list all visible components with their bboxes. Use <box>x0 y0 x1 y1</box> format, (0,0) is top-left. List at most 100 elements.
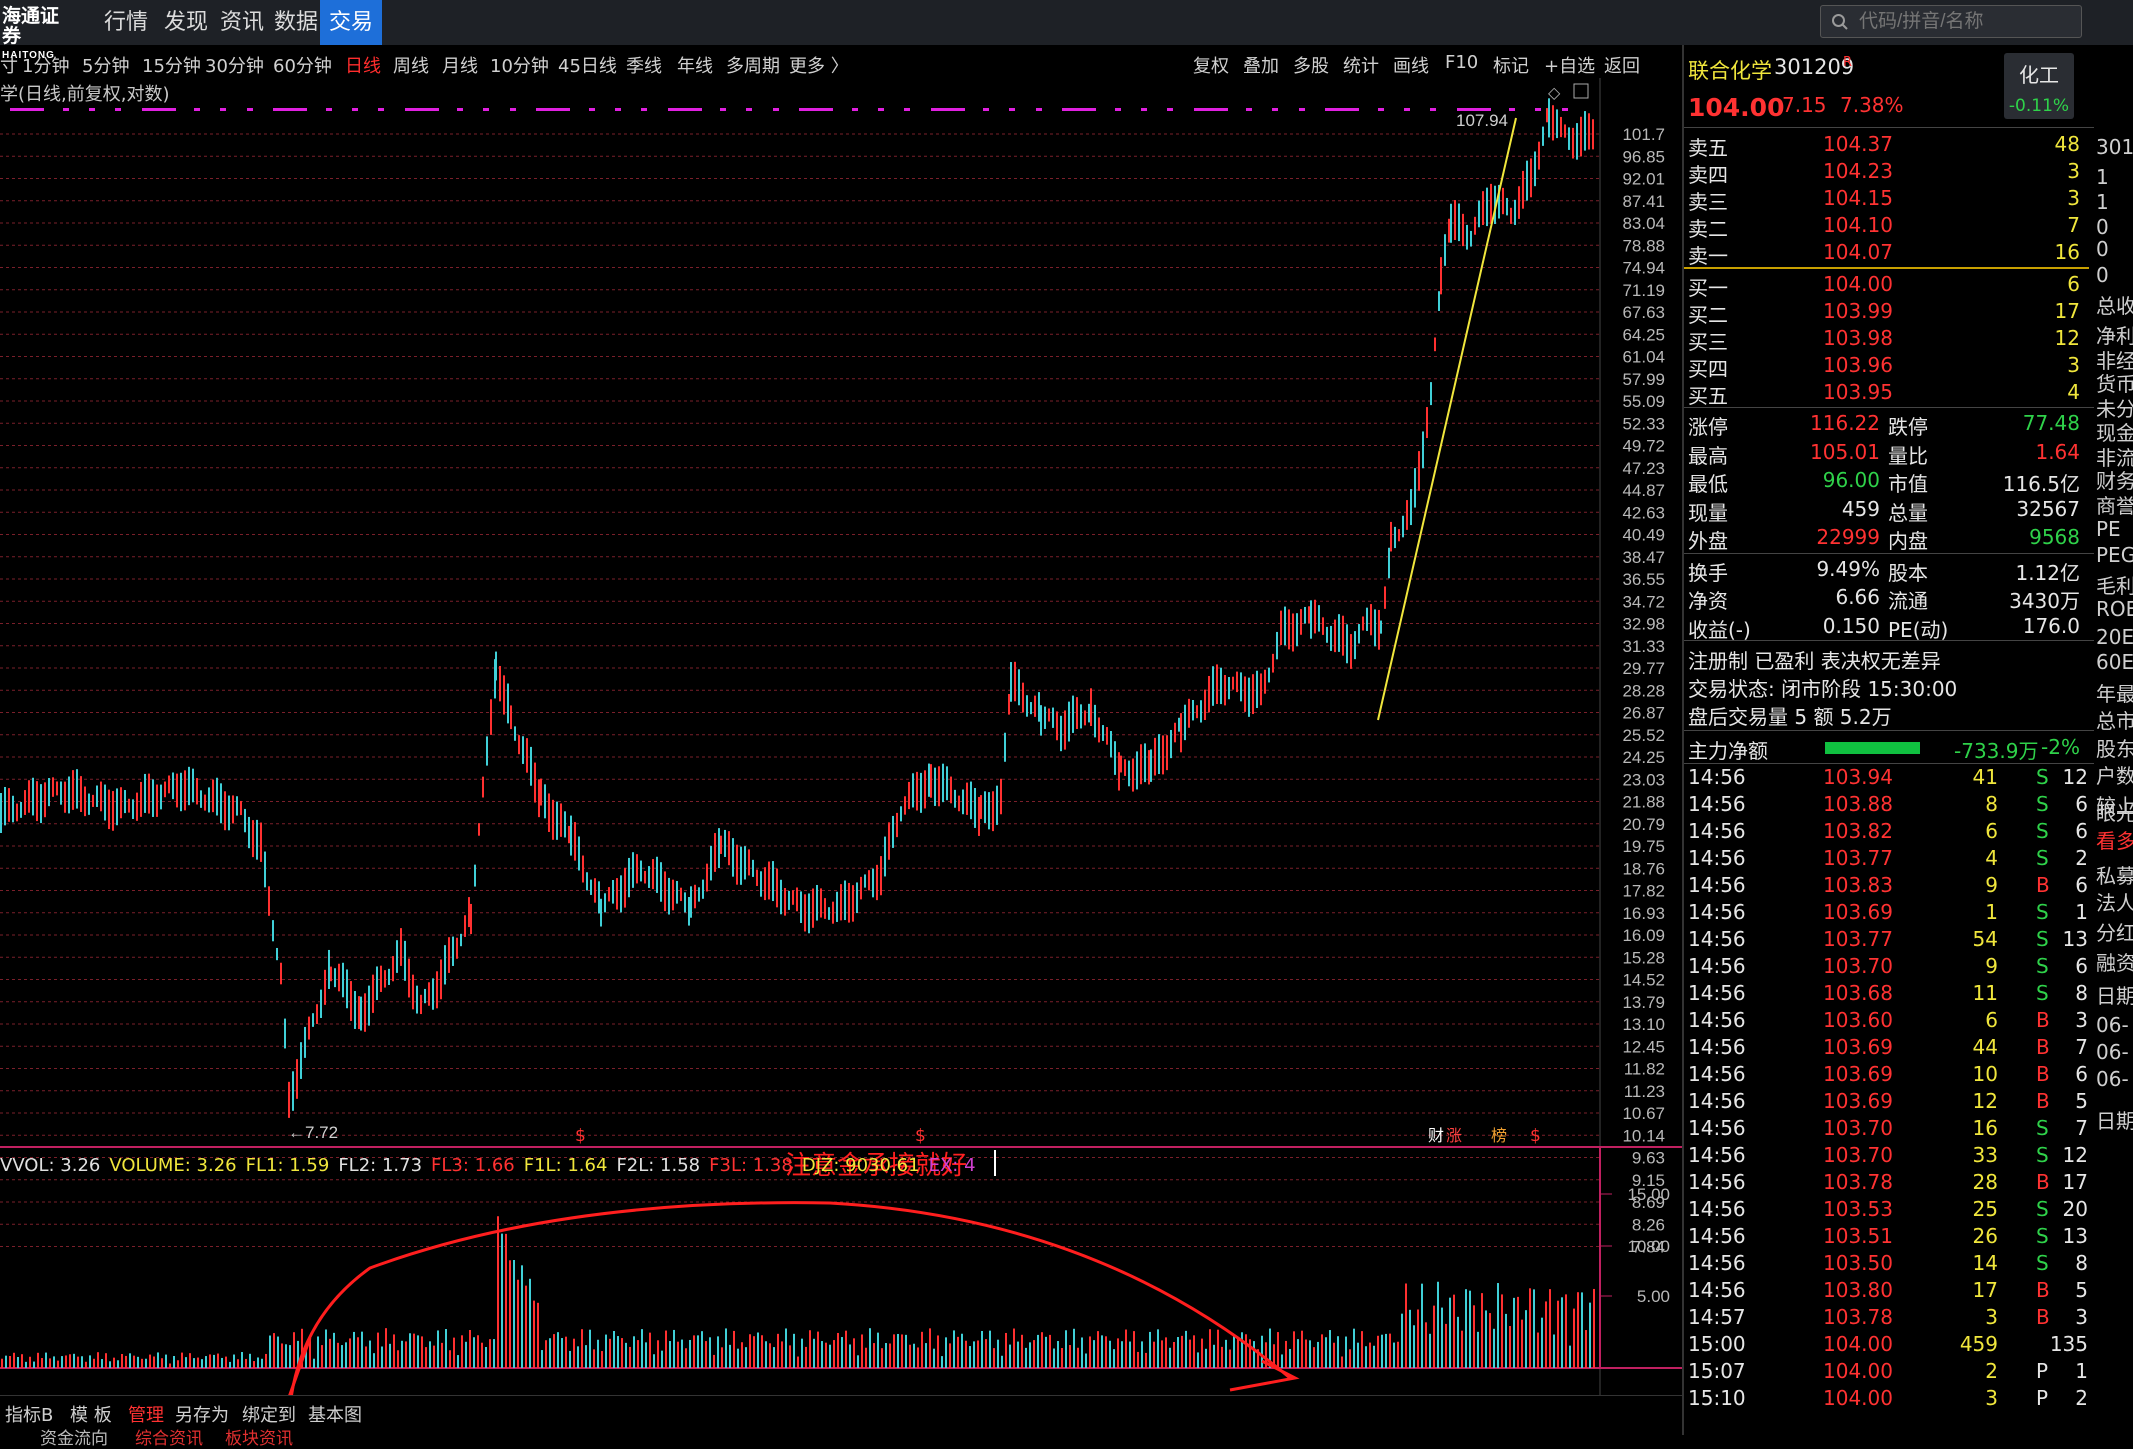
marker-rank[interactable]: 榜 <box>1491 1126 1507 1145</box>
stat-value: 1.12亿 <box>2015 560 2080 585</box>
tool-3[interactable]: 统计 <box>1343 52 1379 78</box>
ask-label: 卖四 <box>1688 163 1728 187</box>
tool-2[interactable]: 多股 <box>1293 52 1329 78</box>
indicator-8: DJZ: 9030.61 <box>801 1155 920 1176</box>
marker-dividend[interactable]: $ <box>575 1126 586 1146</box>
period-7[interactable]: 周线 <box>393 52 429 78</box>
signal-dot <box>483 108 489 111</box>
stat-label: 收益(-) <box>1688 617 1751 642</box>
nav-trade[interactable]: 交易 <box>320 0 382 45</box>
bottom-tab2-2[interactable]: 板块资讯 <box>225 1424 293 1449</box>
tick-volume: 12 <box>1972 1089 1998 1113</box>
trend-line[interactable] <box>1377 117 1517 721</box>
price-tick: 19.75 <box>1622 837 1665 856</box>
tick-side: B <box>2036 1170 2050 1194</box>
period-12[interactable]: 年线 <box>677 52 713 78</box>
price-tick: 23.03 <box>1622 770 1665 789</box>
trade-tick-row: 14:56 103.82 6 S 6 <box>1688 819 2088 846</box>
price-tick: 36.55 <box>1622 570 1665 589</box>
tool-1[interactable]: 叠加 <box>1243 52 1279 78</box>
tick-volume: 9 <box>1985 954 1998 978</box>
tick-volume: 14 <box>1972 1251 1998 1275</box>
period-13[interactable]: 多周期 <box>726 52 780 78</box>
price-tick: 101.7 <box>1622 125 1665 144</box>
bottom-tab2-1[interactable]: 综合资讯 <box>135 1424 203 1449</box>
period-4[interactable]: 30分钟 <box>205 52 264 78</box>
period-0[interactable]: 寸 <box>0 52 18 78</box>
signal-dot <box>247 108 253 111</box>
search-box[interactable] <box>1820 5 2082 38</box>
tool-5[interactable]: F10 <box>1445 52 1478 73</box>
tool-7[interactable]: +自选 <box>1544 52 1595 78</box>
price-tick: 12.45 <box>1622 1037 1665 1056</box>
stat-row: 最低 96.00 市值 116.5亿 <box>1688 468 2088 496</box>
trade-tick-row: 14:56 103.77 54 S 13 <box>1688 927 2088 954</box>
period-1[interactable]: 1分钟 <box>22 52 69 78</box>
period-8[interactable]: 月线 <box>442 52 478 78</box>
tool-6[interactable]: 标记 <box>1493 52 1529 78</box>
side-item: 法人 <box>2096 891 2133 915</box>
side-item: 06- <box>2096 1013 2129 1037</box>
bottom-tab-5[interactable]: 基本图 <box>308 1401 362 1427</box>
price-tick: 83.04 <box>1622 214 1665 233</box>
bid-volume: 17 <box>2054 299 2080 323</box>
tool-0[interactable]: 复权 <box>1193 52 1229 78</box>
side-item: PE <box>2096 517 2121 541</box>
marker-dividend[interactable]: $ <box>915 1126 926 1146</box>
period-9[interactable]: 10分钟 <box>490 52 549 78</box>
period-6[interactable]: 日线 <box>345 52 381 78</box>
stat-value: 176.0 <box>2022 613 2080 638</box>
price-tick: 29.77 <box>1622 659 1665 678</box>
tick-volume: 459 <box>1959 1332 1998 1356</box>
stat-value: 459 <box>1841 496 1880 521</box>
search-input[interactable] <box>1859 10 2074 34</box>
money-flow-pct: -2% <box>2041 735 2080 759</box>
stat-value: 0.150 <box>1822 613 1880 638</box>
bid-volume: 4 <box>2067 380 2080 404</box>
price-tick: 9.63 <box>1632 1149 1665 1168</box>
tick-volume: 4 <box>1985 846 1998 870</box>
diamond-icon[interactable]: ◇ <box>1548 83 1561 102</box>
price-tick: 38.47 <box>1622 548 1665 567</box>
tool-4[interactable]: 画线 <box>1393 52 1429 78</box>
tool-8[interactable]: 返回 <box>1604 52 1640 78</box>
trade-tick-row: 14:56 103.69 1 S 1 <box>1688 900 2088 927</box>
trade-tick-row: 14:56 103.78 28 B 17 <box>1688 1170 2088 1197</box>
period-3[interactable]: 15分钟 <box>142 52 201 78</box>
stat-label: 外盘 <box>1688 529 1728 553</box>
period-5[interactable]: 60分钟 <box>273 52 332 78</box>
tick-side: B <box>2036 1089 2050 1113</box>
marker-dividend[interactable]: $ <box>1530 1126 1541 1146</box>
tick-price: 103.69 <box>1823 1089 1893 1113</box>
price-tick: 31.33 <box>1622 637 1665 656</box>
period-14[interactable]: 更多 〉 <box>789 52 849 78</box>
window-icon[interactable] <box>1573 83 1589 99</box>
signal-dot <box>1246 108 1252 111</box>
side-item: 看多 <box>2096 829 2133 853</box>
tick-price: 103.77 <box>1823 846 1893 870</box>
sector-box[interactable]: 化工 -0.11% <box>2004 53 2074 119</box>
period-2[interactable]: 5分钟 <box>82 52 129 78</box>
bottom-tab2-0[interactable]: 资金流向 <box>40 1424 108 1449</box>
stat-label: 最高 <box>1688 443 1728 468</box>
side-item: PEG <box>2096 543 2133 567</box>
signal-dot <box>641 108 647 111</box>
info-row: 盘后交易量 5 额 5.2万 <box>1688 701 2088 729</box>
period-11[interactable]: 季线 <box>626 52 662 78</box>
chart-toolbar: 寸 1分钟 5分钟 15分钟 30分钟 60分钟 日线 周线 月线 10分钟 45日线 季线 年线 多周期… <box>0 47 1682 79</box>
divider <box>1684 730 2094 731</box>
tick-volume: 6 <box>1985 1008 1998 1032</box>
ask-volume: 48 <box>2054 132 2080 156</box>
trade-tick-row: 14:56 103.88 8 S 6 <box>1688 792 2088 819</box>
period-10[interactable]: 45日线 <box>558 52 617 78</box>
side-item: 1 <box>2096 165 2109 189</box>
tick-side: S <box>2036 900 2049 924</box>
broker-logo[interactable]: 海通证券 HAITONG <box>2 6 62 61</box>
tick-volume: 26 <box>1972 1224 1998 1248</box>
tick-volume: 2 <box>1985 1359 1998 1383</box>
kline-chart[interactable]: 101.7 96.85 92.01 87.41 83.04 78.88 74.94 71.19… <box>0 78 1682 1395</box>
stat-label: PE(动) <box>1888 617 1949 642</box>
marker-limit-up[interactable]: 涨 <box>1446 1126 1462 1145</box>
price-tick: 17.82 <box>1622 882 1665 901</box>
marker-finance[interactable]: 财 <box>1428 1126 1444 1145</box>
